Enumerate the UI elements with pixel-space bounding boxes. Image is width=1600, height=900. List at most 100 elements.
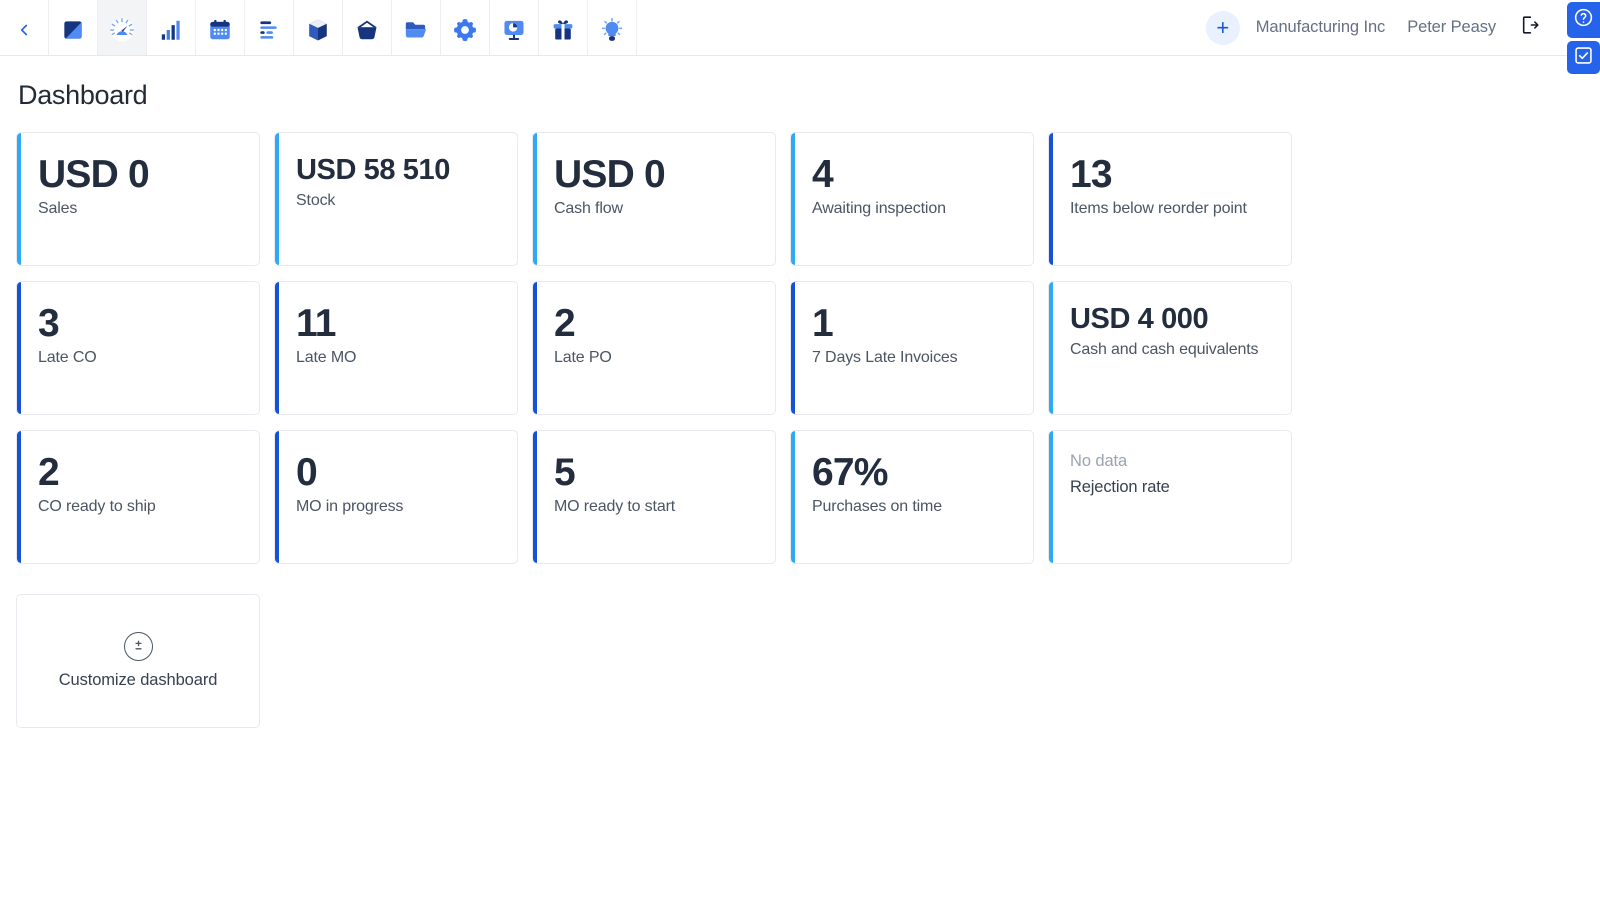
- card-label: Stock: [296, 192, 336, 210]
- nav-icon-group: [0, 0, 637, 55]
- user-name[interactable]: Peter Peasy: [1407, 18, 1496, 37]
- kpi-card[interactable]: 11 Late MO: [274, 281, 518, 415]
- card-label: MO in progress: [296, 497, 404, 515]
- card-accent-bar: [791, 133, 795, 265]
- card-label: Cash flow: [554, 199, 623, 217]
- gauge-icon: [107, 15, 137, 45]
- card-accent-bar: [17, 282, 21, 414]
- card-accent-bar: [275, 133, 279, 265]
- card-value: 2: [38, 451, 60, 494]
- card-value: 1: [812, 302, 834, 345]
- card-label: Late CO: [38, 348, 97, 366]
- kpi-card[interactable]: 67% Purchases on time: [790, 430, 1034, 564]
- nav-item-inventory[interactable]: [294, 0, 343, 55]
- card-accent-bar: [533, 431, 537, 563]
- nav-item-home[interactable]: [49, 0, 98, 55]
- kpi-card[interactable]: USD 0 Cash flow: [532, 132, 776, 266]
- nav-item-reports[interactable]: [147, 0, 196, 55]
- card-accent-bar: [1049, 431, 1053, 563]
- card-value: USD 0: [38, 153, 150, 196]
- nav-item-tasks[interactable]: [245, 0, 294, 55]
- help-question-icon: [1573, 7, 1594, 33]
- card-label: 7 Days Late Invoices: [812, 348, 958, 366]
- kpi-card[interactable]: 1 7 Days Late Invoices: [790, 281, 1034, 415]
- help-button[interactable]: [1567, 2, 1600, 38]
- kpi-card[interactable]: 3 Late CO: [16, 281, 260, 415]
- nav-item-dashboard[interactable]: [98, 0, 147, 55]
- cube-icon: [305, 17, 331, 43]
- card-accent-bar: [533, 282, 537, 414]
- chevron-left-icon: [15, 21, 33, 39]
- kpi-card-grid: USD 0 Sales USD 58 510 Stock USD 0 Cash flow 4…: [16, 132, 1306, 728]
- nav-item-ideas[interactable]: [588, 0, 637, 55]
- lightbulb-icon: [599, 17, 625, 43]
- basket-icon: [354, 17, 380, 43]
- tasks-checkbox-button[interactable]: [1567, 41, 1600, 74]
- nav-item-documents[interactable]: [392, 0, 441, 55]
- card-accent-bar: [275, 431, 279, 563]
- card-value: 11: [296, 302, 336, 345]
- card-value: USD 58 510: [296, 154, 450, 186]
- list-lines-icon: [256, 17, 282, 43]
- nav-back-button[interactable]: [0, 0, 49, 55]
- kpi-card[interactable]: 4 Awaiting inspection: [790, 132, 1034, 266]
- logout-button[interactable]: [1518, 14, 1540, 41]
- card-accent-bar: [1049, 133, 1053, 265]
- card-accent-bar: [533, 133, 537, 265]
- card-value: 0: [296, 451, 318, 494]
- card-label: Purchases on time: [812, 497, 942, 515]
- card-value: USD 4 000: [1070, 303, 1209, 335]
- card-accent-bar: [17, 133, 21, 265]
- company-name[interactable]: Manufacturing Inc: [1256, 18, 1386, 37]
- card-value: 3: [38, 302, 60, 345]
- gear-icon: [452, 17, 478, 43]
- card-value: USD 0: [554, 153, 666, 196]
- kpi-card[interactable]: USD 0 Sales: [16, 132, 260, 266]
- kpi-card[interactable]: USD 58 510 Stock: [274, 132, 518, 266]
- kpi-card[interactable]: 5 MO ready to start: [532, 430, 776, 564]
- card-label: MO ready to start: [554, 497, 676, 515]
- customize-dashboard-label: Customize dashboard: [58, 671, 218, 689]
- main-content: Dashboard USD 0 Sales USD 58 510 Stock USD 0…: [0, 56, 1600, 900]
- page-title: Dashboard: [18, 80, 148, 110]
- plus-minus-circle-icon: [123, 632, 153, 661]
- nav-item-analytics[interactable]: [490, 0, 539, 55]
- corner-action-buttons: [1567, 2, 1600, 74]
- card-accent-bar: [791, 282, 795, 414]
- presentation-pie-icon: [501, 17, 527, 43]
- folder-open-icon: [403, 17, 429, 43]
- kpi-card[interactable]: 0 MO in progress: [274, 430, 518, 564]
- card-value: No data: [1070, 452, 1128, 470]
- card-label: Sales: [38, 199, 78, 217]
- kpi-card[interactable]: 2 CO ready to ship: [16, 430, 260, 564]
- card-value: 4: [812, 153, 834, 196]
- card-label: Late PO: [554, 348, 612, 366]
- nav-item-purchases[interactable]: [343, 0, 392, 55]
- top-navigation-bar: + Manufacturing Inc Peter Peasy: [0, 0, 1600, 56]
- card-value: 5: [554, 451, 576, 494]
- card-accent-bar: [275, 282, 279, 414]
- card-label: Awaiting inspection: [812, 199, 946, 217]
- kpi-card[interactable]: 2 Late PO: [532, 281, 776, 415]
- card-label: Cash and cash equivalents: [1070, 341, 1259, 359]
- card-label: CO ready to ship: [38, 497, 156, 515]
- kpi-card[interactable]: No data Rejection rate: [1048, 430, 1292, 564]
- calendar-icon: [207, 17, 233, 43]
- card-accent-bar: [791, 431, 795, 563]
- nav-item-settings[interactable]: [441, 0, 490, 55]
- nav-item-calendar[interactable]: [196, 0, 245, 55]
- card-value: 67%: [812, 451, 888, 494]
- checkbox-check-icon: [1573, 45, 1594, 71]
- add-button[interactable]: +: [1205, 10, 1240, 45]
- card-accent-bar: [1049, 282, 1053, 414]
- square-split-icon: [60, 17, 86, 43]
- card-label: Rejection rate: [1070, 478, 1170, 497]
- nav-item-gifts[interactable]: [539, 0, 588, 55]
- nav-right-group: + Manufacturing Inc Peter Peasy: [1205, 0, 1600, 55]
- kpi-card[interactable]: USD 4 000 Cash and cash equivalents: [1048, 281, 1292, 415]
- kpi-card[interactable]: 13 Items below reorder point: [1048, 132, 1292, 266]
- gift-icon: [550, 17, 576, 43]
- card-label: Late MO: [296, 348, 357, 366]
- customize-dashboard-button[interactable]: Customize dashboard: [16, 594, 260, 728]
- card-accent-bar: [17, 431, 21, 563]
